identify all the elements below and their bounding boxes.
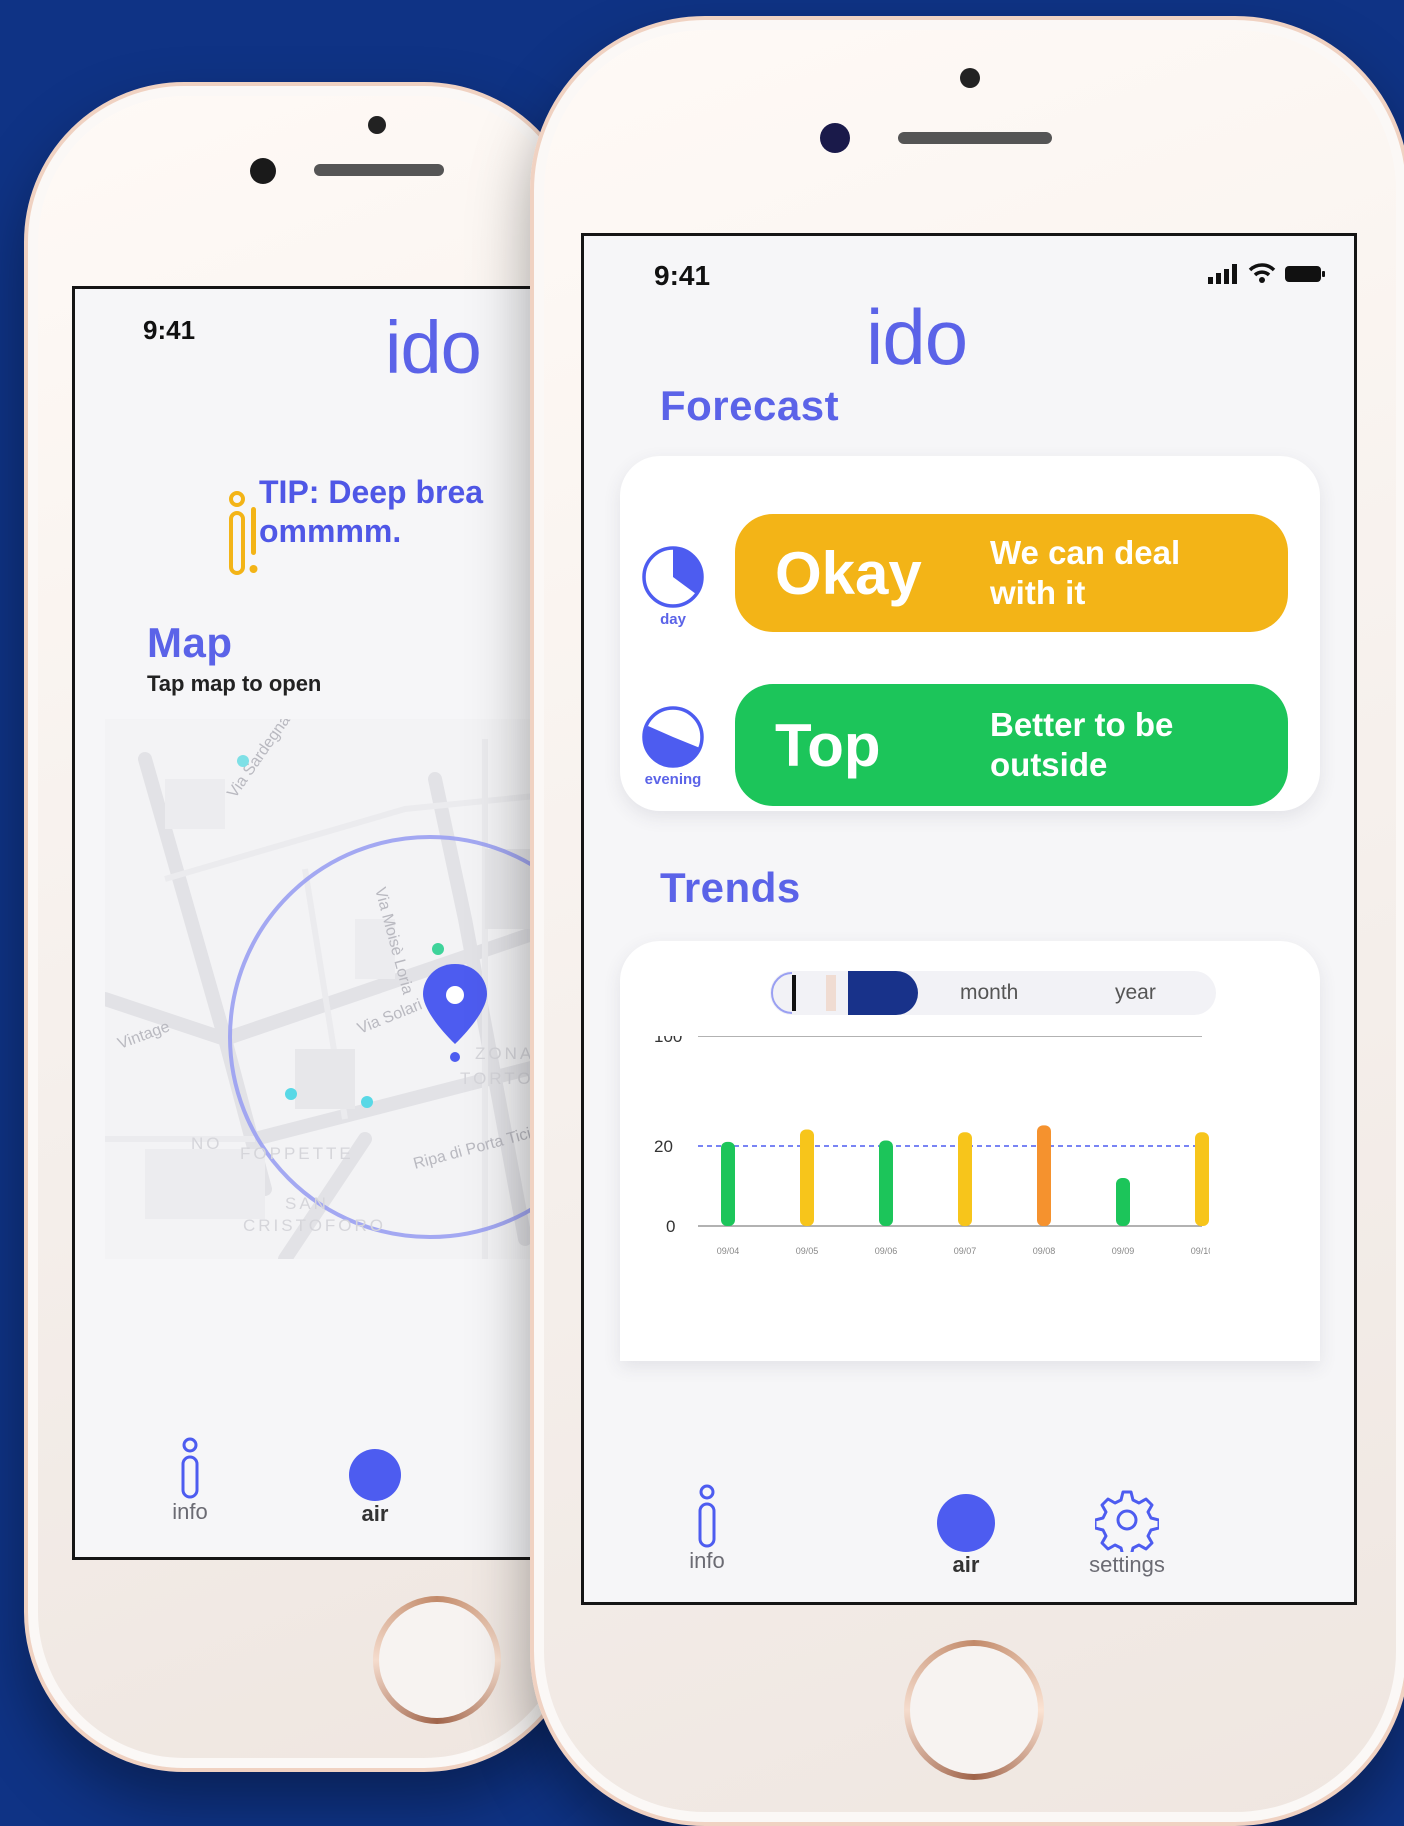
- day-clock-icon: [642, 546, 704, 608]
- status-icons: [1208, 262, 1326, 284]
- y-tick-label: 0: [666, 1217, 675, 1236]
- area-label: ZONA: [475, 1044, 534, 1063]
- segment-year[interactable]: year: [1115, 971, 1156, 1015]
- tip-text: TIP: Deep brea ommmm.: [259, 473, 483, 551]
- app-logo: ido: [866, 293, 968, 381]
- forecast-title: Forecast: [660, 382, 840, 429]
- back-phone-screen: 9:41 ido TIP: Deep brea ommmm. Map Tap m…: [72, 286, 592, 1560]
- map-subtitle: Tap map to open: [147, 671, 322, 696]
- area-label: NO: [191, 1134, 223, 1153]
- forecast-note-line1: We can deal: [990, 534, 1181, 571]
- proximity-sensor: [368, 116, 386, 134]
- sensor-dot[interactable]: [285, 1088, 297, 1100]
- evening-label: evening: [644, 771, 702, 788]
- tab-air[interactable]: air: [936, 1494, 996, 1578]
- signal-icon: [1208, 264, 1237, 284]
- gear-icon: [1093, 1490, 1161, 1558]
- x-tick-label: 09/05: [796, 1246, 819, 1256]
- trends-title: Trends: [660, 864, 801, 911]
- sensor-dot[interactable]: [361, 1096, 373, 1108]
- tab-air[interactable]: air: [345, 1449, 405, 1527]
- sensor-dot[interactable]: [237, 755, 249, 767]
- segment-slider-icon: [771, 972, 836, 1014]
- period-segmented-control[interactable]: month year: [770, 971, 1216, 1015]
- earpiece-speaker: [898, 132, 1052, 144]
- front-camera: [820, 123, 850, 153]
- earpiece-speaker: [314, 164, 444, 176]
- day-label: day: [660, 611, 686, 628]
- forecast-okay-pill[interactable]: Okay We can deal with it: [735, 514, 1288, 632]
- tab-info-label: info: [172, 1499, 208, 1524]
- bar-09/07: [958, 1132, 972, 1226]
- battery-icon: [1285, 266, 1325, 282]
- app-logo: ido: [385, 306, 482, 389]
- forecast-note-line1: Better to be: [990, 706, 1174, 743]
- evening-period: evening: [632, 704, 714, 788]
- proximity-sensor: [960, 68, 980, 88]
- tab-settings-label: settings: [1089, 1552, 1165, 1577]
- y-tick-label: 20: [654, 1137, 673, 1156]
- tip-line-1: TIP: Deep brea: [259, 474, 484, 510]
- x-tick-label: 09/08: [1033, 1246, 1056, 1256]
- forecast-top-pill[interactable]: Top Better to be outside: [735, 684, 1288, 806]
- info-icon: [698, 1484, 716, 1548]
- bar-09/08: [1037, 1125, 1051, 1226]
- home-button[interactable]: [904, 1640, 1044, 1780]
- forecast-card: day Okay We can deal with it evening Top…: [620, 456, 1320, 811]
- bar-09/04: [721, 1141, 735, 1226]
- tab-air-label: air: [361, 1501, 389, 1526]
- x-tick-label: 09/04: [717, 1246, 740, 1256]
- area-label: CRISTOFORO: [243, 1216, 386, 1235]
- bar-09/09: [1116, 1178, 1130, 1226]
- trend-bar-chart: 100 20 0 09/04 09/05 09/06 09/07 09/08 09/09 09/1…: [654, 1036, 1210, 1256]
- bar-09/10: [1195, 1132, 1209, 1226]
- wifi-icon: [1248, 263, 1276, 283]
- y-tick-label: 100: [654, 1036, 682, 1046]
- sensor-dot[interactable]: [432, 943, 444, 955]
- tab-air-label: air: [952, 1552, 980, 1577]
- bar-09/06: [879, 1140, 893, 1226]
- home-button[interactable]: [373, 1596, 501, 1724]
- air-dot-icon: [349, 1449, 401, 1501]
- status-time: 9:41: [143, 315, 196, 345]
- tab-info[interactable]: info: [165, 1437, 215, 1525]
- forecast-note-line2: with it: [990, 574, 1086, 611]
- bar-09/05: [800, 1129, 814, 1226]
- map-title: Map: [147, 619, 233, 666]
- segment-month[interactable]: month: [960, 971, 1018, 1015]
- day-period: day: [638, 544, 708, 628]
- tab-settings[interactable]: settings: [1072, 1488, 1182, 1578]
- status-time: 9:41: [654, 260, 711, 291]
- tip-line-2: ommmm.: [259, 513, 402, 549]
- area-label: SAN: [285, 1194, 329, 1213]
- forecast-status-big: Okay: [775, 539, 922, 607]
- tab-info[interactable]: info: [682, 1484, 732, 1574]
- info-icon: [181, 1437, 199, 1499]
- front-camera: [250, 158, 276, 184]
- tab-info-label: info: [689, 1548, 725, 1573]
- front-phone-screen: 9:41 ido Forecast day Okay We can deal w…: [581, 233, 1357, 1605]
- forecast-note-line2: outside: [990, 746, 1108, 783]
- forecast-status-big: Top: [775, 711, 881, 779]
- map-view[interactable]: Via Sardegna Via Moisè Loria Via Solari …: [105, 719, 592, 1259]
- x-tick-label: 09/09: [1112, 1246, 1135, 1256]
- trends-card: month year 100 20 0 09/04 09/05 09/06 09/07 09/…: [620, 941, 1320, 1361]
- forecast-status-note: We can deal with it: [990, 533, 1180, 613]
- evening-clock-icon: [642, 706, 704, 768]
- x-tick-label: 09/07: [954, 1246, 977, 1256]
- segment-active[interactable]: [848, 971, 918, 1015]
- x-tick-label: 09/10: [1191, 1246, 1210, 1256]
- x-tick-label: 09/06: [875, 1246, 898, 1256]
- area-label: FOPPETTE: [240, 1144, 354, 1163]
- forecast-status-note: Better to be outside: [990, 705, 1173, 785]
- air-dot-icon: [937, 1494, 995, 1552]
